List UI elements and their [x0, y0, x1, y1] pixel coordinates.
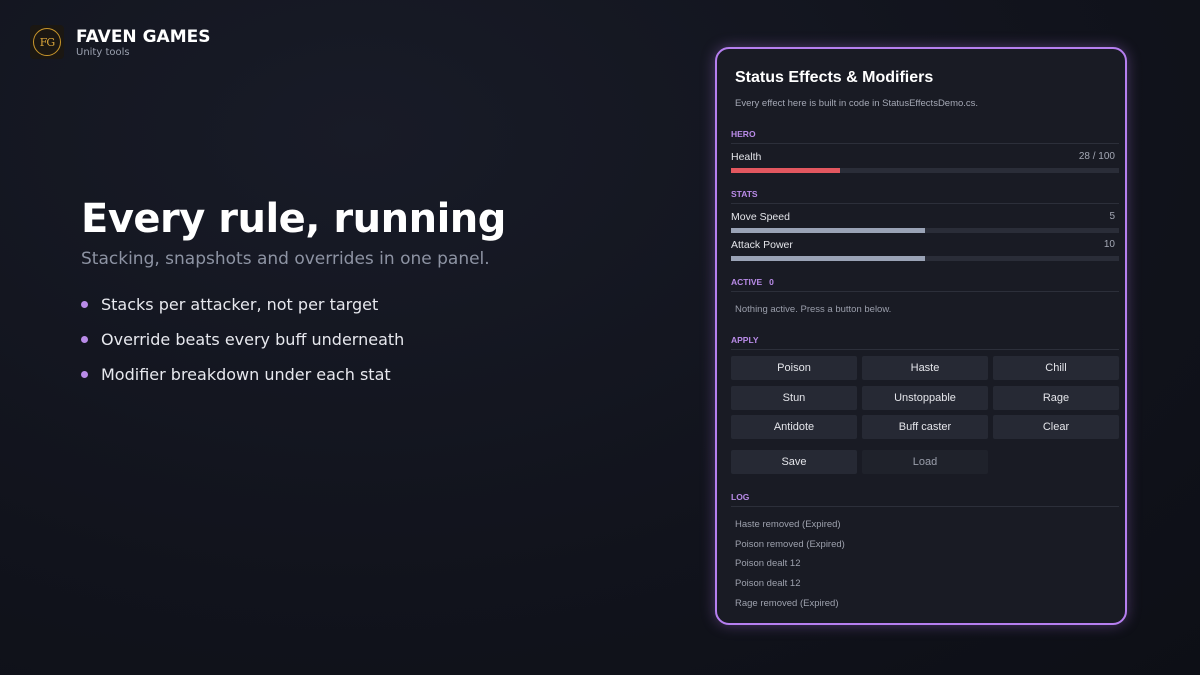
- log-line: Poison dealt 12: [735, 558, 801, 569]
- brand-text: FAVEN GAMES Unity tools: [76, 27, 210, 58]
- feature-item: Override beats every buff underneath: [81, 322, 404, 357]
- feature-item: Stacks per attacker, not per target: [81, 287, 404, 322]
- stat-bar-attack-power: [731, 256, 1119, 261]
- section-label: ACTIVE: [731, 277, 763, 287]
- stat-bar-fill: [731, 256, 925, 261]
- health-label: Health: [731, 151, 762, 163]
- antidote-button[interactable]: Antidote: [731, 415, 857, 439]
- section-label: STATS: [731, 189, 758, 199]
- section-stats-header: STATS: [731, 189, 1119, 204]
- log-line: Rage removed (Expired): [735, 598, 839, 609]
- feature-text: Stacks per attacker, not per target: [101, 295, 379, 314]
- stat-value-attack-power: 10: [1103, 239, 1115, 250]
- health-bar: [731, 168, 1119, 173]
- stat-value-move-speed: 5: [1109, 211, 1115, 222]
- stat-bar-fill: [731, 228, 925, 233]
- haste-button[interactable]: Haste: [862, 356, 988, 380]
- brand-tagline: Unity tools: [76, 46, 130, 58]
- section-log-header: LOG: [731, 492, 1119, 507]
- bullet-dot: [81, 336, 88, 343]
- poison-button[interactable]: Poison: [731, 356, 857, 380]
- active-count: 0: [769, 277, 774, 287]
- section-label: LOG: [731, 492, 750, 502]
- unstoppable-button[interactable]: Unstoppable: [862, 386, 988, 410]
- brand: FG FAVEN GAMES Unity tools: [30, 25, 210, 59]
- brand-name: FAVEN GAMES: [76, 26, 211, 47]
- brand-logo: FG: [30, 25, 64, 59]
- rage-button[interactable]: Rage: [993, 386, 1119, 410]
- chill-button[interactable]: Chill: [993, 356, 1119, 380]
- section-label: APPLY: [731, 335, 759, 345]
- stat-label-attack-power: Attack Power: [731, 239, 793, 251]
- section-hero-header: HERO: [731, 129, 1119, 144]
- feature-text: Override beats every buff underneath: [101, 330, 405, 349]
- log-line: Poison dealt 12: [735, 578, 801, 589]
- section-apply-header: APPLY: [731, 335, 1119, 350]
- subheadline: Stacking, snapshots and overrides in one…: [81, 249, 490, 269]
- log-line: Haste removed (Expired): [735, 519, 841, 530]
- health-bar-fill: [731, 168, 840, 173]
- log-line: Poison removed (Expired): [735, 539, 845, 550]
- section-active-header: ACTIVE 0: [731, 277, 1119, 292]
- health-value: 28 / 100: [1078, 151, 1115, 162]
- stat-label-move-speed: Move Speed: [731, 211, 790, 223]
- feature-list: Stacks per attacker, not per target Over…: [81, 287, 404, 392]
- save-button[interactable]: Save: [731, 450, 857, 474]
- headline: Every rule, running: [81, 196, 506, 242]
- active-empty-message: Nothing active. Press a button below.: [735, 304, 892, 315]
- feature-item: Modifier breakdown under each stat: [81, 357, 404, 392]
- panel-title: Status Effects & Modifiers: [735, 69, 934, 86]
- slide: FG FAVEN GAMES Unity tools Every rule, r…: [0, 0, 1200, 675]
- section-label: HERO: [731, 129, 756, 139]
- status-effects-panel: Status Effects & Modifiers Every effect …: [715, 47, 1127, 625]
- bullet-dot: [81, 301, 88, 308]
- feature-text: Modifier breakdown under each stat: [101, 365, 391, 384]
- bullet-dot: [81, 371, 88, 378]
- panel-description: Every effect here is built in code in St…: [735, 98, 979, 109]
- stun-button[interactable]: Stun: [731, 386, 857, 410]
- load-button[interactable]: Load: [862, 450, 988, 474]
- buff-caster-button[interactable]: Buff caster: [862, 415, 988, 439]
- brand-logo-mark: FG: [33, 28, 61, 56]
- stat-bar-move-speed: [731, 228, 1119, 233]
- clear-button[interactable]: Clear: [993, 415, 1119, 439]
